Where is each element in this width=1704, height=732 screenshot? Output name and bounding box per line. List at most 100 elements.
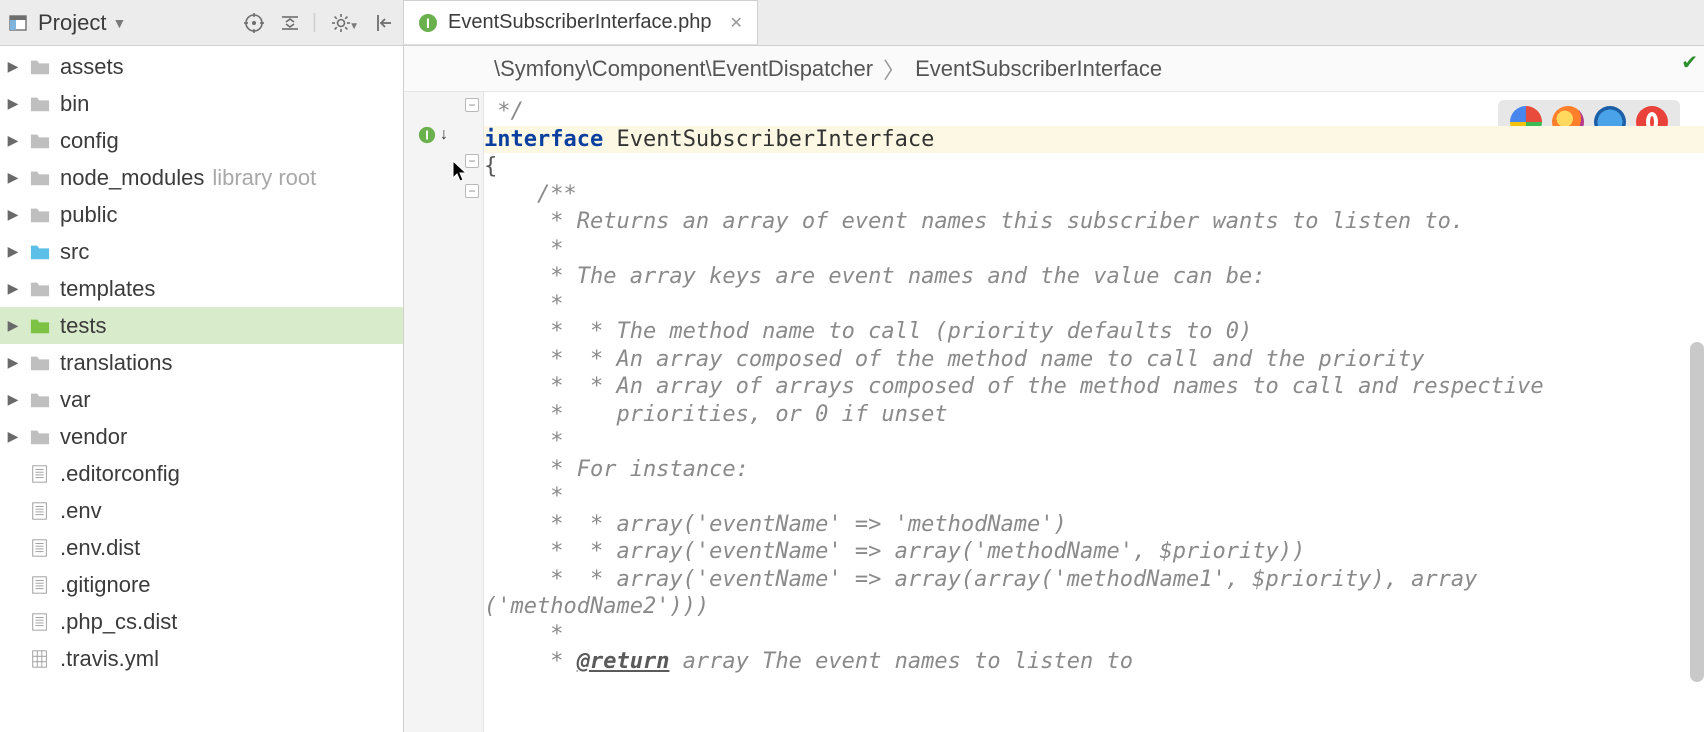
tree-item-label: vendor (60, 424, 127, 450)
implementations-marker-icon[interactable]: ↓ (440, 126, 448, 144)
disclosure-icon[interactable]: ▶ (4, 206, 22, 223)
project-tool-window-header[interactable]: Project ▼ | ▼ (0, 0, 404, 45)
tree-item-label: templates (60, 276, 155, 302)
tree-item-label: node_modules (60, 165, 204, 191)
editor-gutter[interactable]: ↓ − − − (404, 92, 484, 732)
tree-item-label: .gitignore (60, 572, 151, 598)
folder-icon (28, 278, 52, 300)
code-line: * The array keys are event names and the… (484, 264, 1265, 289)
tree-row-assets[interactable]: ▶ assets (0, 48, 403, 85)
locate-file-button[interactable] (242, 11, 266, 35)
code-line: * (484, 237, 563, 262)
code-line: * * array('eventName' => array('methodNa… (484, 539, 1305, 564)
tab-close-icon[interactable]: ✕ (730, 13, 743, 33)
tree-row-public[interactable]: ▶ public (0, 196, 403, 233)
file-icon (28, 537, 52, 559)
tree-row-config[interactable]: ▶ config (0, 122, 403, 159)
disclosure-icon[interactable]: ▶ (4, 243, 22, 260)
tree-item-label: .travis.yml (60, 646, 159, 672)
tree-row-templates[interactable]: ▶ templates (0, 270, 403, 307)
disclosure-icon[interactable]: ▶ (4, 354, 22, 371)
file-icon (28, 463, 52, 485)
tree-row--editorconfig[interactable]: ▶.editorconfig (0, 455, 403, 492)
tree-row--travis-yml[interactable]: ▶.travis.yml (0, 640, 403, 677)
code-line: * (484, 484, 563, 509)
scrollbar-thumb[interactable] (1690, 342, 1704, 682)
tree-row-translations[interactable]: ▶translations (0, 344, 403, 381)
tree-row--env-dist[interactable]: ▶.env.dist (0, 529, 403, 566)
file-icon (28, 500, 52, 522)
breadcrumb-class[interactable]: EventSubscriberInterface (905, 56, 1172, 82)
code-line: * @return array The event names to liste… (484, 649, 1133, 674)
code-line: * (484, 292, 563, 317)
code-line: * priorities, or 0 if unset (484, 402, 948, 427)
tree-row-tests[interactable]: ▶tests (0, 307, 403, 344)
breadcrumb[interactable]: \Symfony\Component\EventDispatcher 〉 Eve… (404, 46, 1704, 92)
tree-row--env[interactable]: ▶.env (0, 492, 403, 529)
gutter-interface-icon[interactable] (418, 126, 436, 150)
folder-icon (28, 56, 52, 78)
disclosure-icon[interactable]: ▶ (4, 391, 22, 408)
folder-icon (28, 315, 52, 337)
tree-row-bin[interactable]: ▶ bin (0, 85, 403, 122)
folder-icon (28, 426, 52, 448)
code-line: * * array('eventName' => 'methodName') (484, 512, 1067, 537)
project-tree[interactable]: ▶ assets ▶ bin ▶ config ▶ node_modules library r… (0, 46, 404, 732)
disclosure-icon[interactable]: ▶ (4, 280, 22, 297)
code-line: * * array('eventName' => array(array('me… (484, 567, 1477, 592)
inspection-ok-icon[interactable]: ✔ (1681, 50, 1698, 75)
editor: \Symfony\Component\EventDispatcher 〉 Eve… (404, 46, 1704, 732)
code-line: * * An array of arrays composed of the m… (484, 374, 1544, 399)
disclosure-icon[interactable]: ▶ (4, 169, 22, 186)
folder-icon (28, 352, 52, 374)
mouse-cursor-icon (452, 160, 470, 188)
tree-row-src[interactable]: ▶src (0, 233, 403, 270)
tree-item-label: bin (60, 91, 89, 117)
project-view-dropdown-icon[interactable]: ▼ (112, 15, 126, 31)
project-title: Project (38, 10, 106, 36)
phpdoc-tag: @return (577, 649, 670, 674)
editor-tab[interactable]: EventSubscriberInterface.php ✕ (404, 0, 758, 45)
folder-icon (28, 204, 52, 226)
hide-tool-window-button[interactable] (371, 11, 395, 35)
tree-row-node_modules[interactable]: ▶ node_modules library root (0, 159, 403, 196)
tree-item-label: var (60, 387, 91, 413)
editor-tab-bar: EventSubscriberInterface.php ✕ (404, 0, 1704, 45)
tree-row-var[interactable]: ▶ var (0, 381, 403, 418)
folder-icon (28, 167, 52, 189)
folder-icon (28, 130, 52, 152)
tree-item-label: config (60, 128, 119, 154)
folder-icon (28, 389, 52, 411)
code-line: * (484, 622, 563, 647)
disclosure-icon[interactable]: ▶ (4, 428, 22, 445)
breadcrumb-namespace[interactable]: \Symfony\Component\EventDispatcher (484, 56, 883, 82)
code-area[interactable]: */ interface EventSubscriberInterface{ /… (484, 92, 1704, 732)
disclosure-icon[interactable]: ▶ (4, 317, 22, 334)
tree-item-label: .env (60, 498, 102, 524)
fold-handle[interactable]: − (465, 98, 479, 112)
tree-item-label: .env.dist (60, 535, 140, 561)
code-line: /** (484, 182, 577, 207)
folder-icon (28, 241, 52, 263)
file-icon (28, 611, 52, 633)
tree-row--php_cs-dist[interactable]: ▶.php_cs.dist (0, 603, 403, 640)
code-line: * For instance: (484, 457, 749, 482)
code-line: ('methodName2'))) (484, 594, 709, 619)
code-line: { (484, 154, 497, 179)
project-window-icon (8, 13, 30, 33)
disclosure-icon[interactable]: ▶ (4, 58, 22, 75)
disclosure-icon[interactable]: ▶ (4, 95, 22, 112)
tree-item-label: .editorconfig (60, 461, 180, 487)
collapse-all-button[interactable] (278, 11, 302, 35)
tree-item-label: public (60, 202, 117, 228)
tree-item-label: assets (60, 54, 124, 80)
tree-item-hint: library root (212, 165, 316, 191)
tree-row--gitignore[interactable]: ▶.gitignore (0, 566, 403, 603)
settings-dropdown-icon[interactable]: ▼ (349, 21, 359, 32)
folder-icon (28, 93, 52, 115)
file-icon (28, 574, 52, 596)
tab-filename: EventSubscriberInterface.php (448, 11, 712, 34)
disclosure-icon[interactable]: ▶ (4, 132, 22, 149)
tree-row-vendor[interactable]: ▶ vendor (0, 418, 403, 455)
code-line: */ (484, 99, 524, 124)
